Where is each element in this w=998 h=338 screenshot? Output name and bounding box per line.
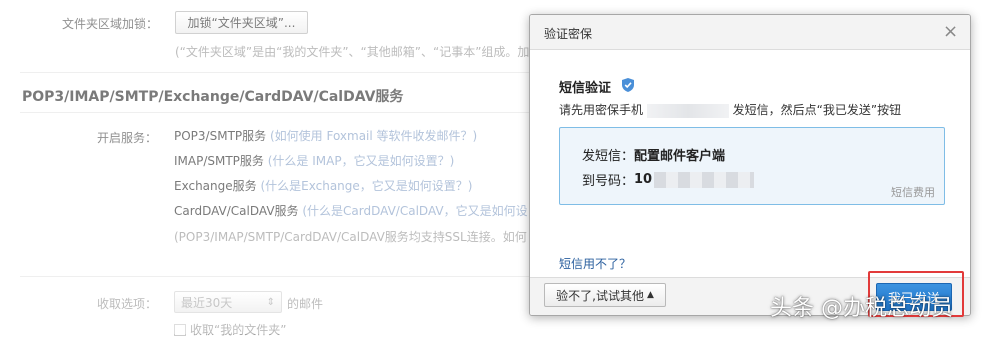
service-help-link[interactable]: (什么是 IMAP，它又是如何设置？) <box>268 154 455 168</box>
close-icon[interactable]: × <box>943 21 958 42</box>
masked-phone <box>646 103 729 118</box>
sms-heading: 短信验证 <box>559 81 612 96</box>
service-pop3: POP3/SMTP服务 (如何使用 Foxmail 等软件收发邮件？) <box>174 127 477 144</box>
try-other-label: 验不了,试试其他 <box>556 288 644 303</box>
try-other-button[interactable]: 验不了,试试其他 ▲ <box>544 283 666 307</box>
service-name: Exchange服务 <box>174 179 257 193</box>
checkbox-label: 收取“我的文件夹” <box>190 323 287 337</box>
service-carddav: CardDAV/CalDAV服务 (什么是CardDAV/CalDAV，它又是如… <box>174 202 528 219</box>
service-help-link[interactable]: (什么是CardDAV/CalDAV，它又是如何设 <box>302 204 527 218</box>
lock-folder-button[interactable]: 加锁“文件夹区域”... <box>175 11 308 34</box>
watermark-text: 头条 @办税总动员 <box>770 296 953 321</box>
service-help-link[interactable]: (什么是Exchange，它又是如何设置？) <box>260 179 472 193</box>
folder-lock-note: (“文件夹区域”是由“我的文件夹”、“其他邮箱”、“记事本”组成。加锁 <box>175 45 542 59</box>
cant-use-sms-link[interactable]: 短信用不了？ <box>559 255 631 272</box>
send-value: 配置邮件客户端 <box>634 149 726 164</box>
instruction-prefix: 请先用密保手机 <box>559 103 644 117</box>
sms-content-row: 发短信：配置邮件客户端 <box>582 145 725 164</box>
service-help-link[interactable]: (如何使用 Foxmail 等软件收发邮件？) <box>270 129 477 143</box>
select-value: 最近30天 <box>181 295 233 310</box>
service-name: POP3/SMTP服务 <box>174 129 267 143</box>
masked-number <box>654 171 755 188</box>
to-value: 10 <box>634 172 653 187</box>
instruction-suffix: 发短信，然后点“我已发送”按钮 <box>732 103 902 117</box>
send-label: 发短信： <box>582 149 635 164</box>
service-exchange: Exchange服务 (什么是Exchange，它又是如何设置？) <box>174 177 472 194</box>
sms-fee-link[interactable]: 短信费用 <box>891 184 935 200</box>
service-imap: IMAP/SMTP服务 (什么是 IMAP，它又是如何设置？) <box>174 152 454 169</box>
sms-info-box: 发短信：配置邮件客户端 到号码： 10 短信费用 <box>559 127 945 205</box>
divider <box>20 112 530 113</box>
ssl-note: (POP3/IMAP/SMTP/CardDAV/CalDAV服务均支持SSL连接… <box>174 230 527 244</box>
instruction: 请先用密保手机 发短信，然后点“我已发送”按钮 <box>559 101 901 118</box>
receive-folder-option[interactable]: 收取“我的文件夹” <box>174 321 286 338</box>
shield-icon <box>621 77 635 96</box>
dialog-title: 验证密保 <box>544 27 593 41</box>
divider <box>20 72 530 73</box>
sms-number-row: 到号码： 10 <box>582 170 755 189</box>
service-name: IMAP/SMTP服务 <box>174 154 264 168</box>
divider <box>20 276 530 277</box>
section-title: POP3/IMAP/SMTP/Exchange/CardDAV/CalDAV服务 <box>22 89 404 105</box>
to-label: 到号码： <box>582 174 635 189</box>
service-name: CardDAV/CalDAV服务 <box>174 204 299 218</box>
receive-range-select[interactable]: 最近30天 ⇕ <box>174 291 282 313</box>
services-label: 开启服务： <box>97 131 158 145</box>
sms-heading-row: 短信验证 <box>559 77 635 96</box>
stepper-icon: ⇕ <box>266 296 275 308</box>
receive-label: 收取选项： <box>97 297 158 311</box>
folder-lock-label: 文件夹区域加锁： <box>62 17 159 31</box>
caret-up-icon: ▲ <box>646 290 654 300</box>
dialog-header: 验证密保 × <box>530 15 970 50</box>
receive-suffix: 的邮件 <box>287 297 324 311</box>
